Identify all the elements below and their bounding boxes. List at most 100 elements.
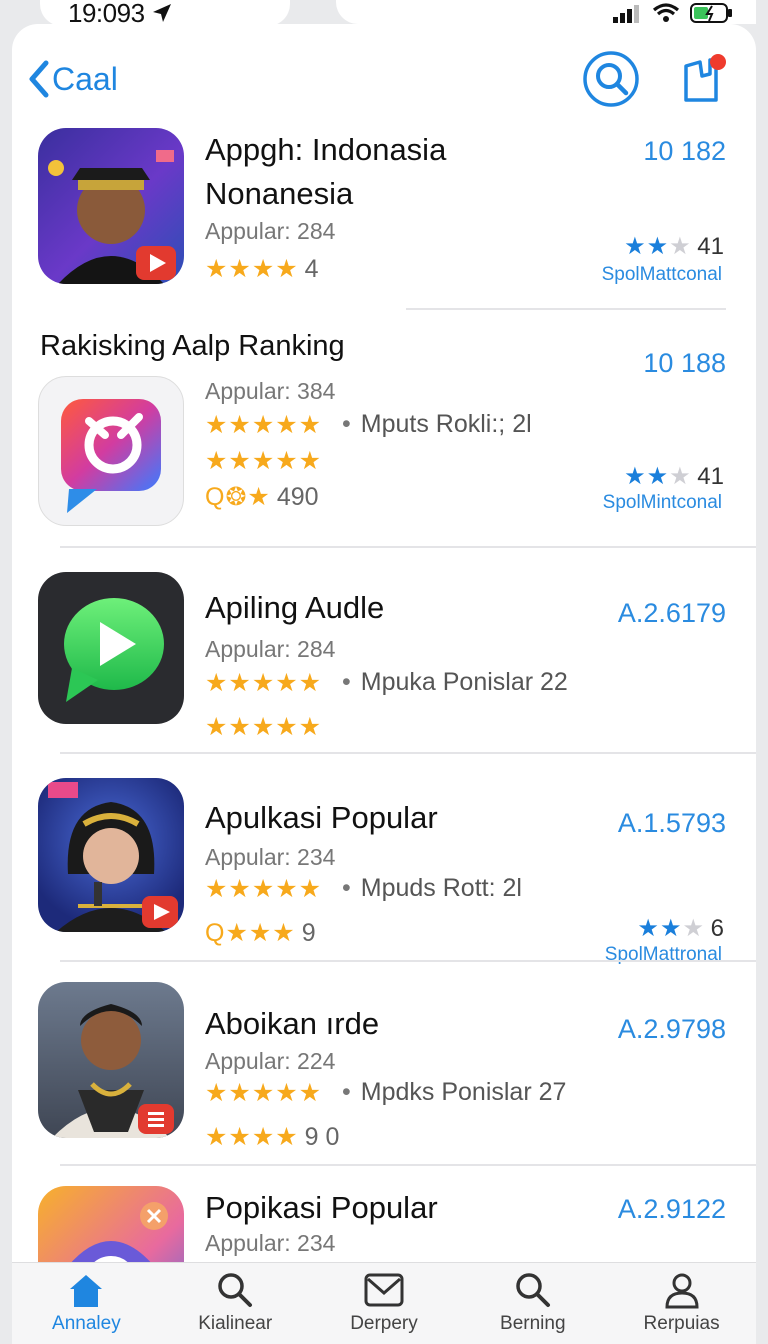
location-arrow-icon bbox=[153, 4, 172, 22]
notification-icon[interactable] bbox=[680, 52, 728, 106]
app-price-3[interactable]: A.2.6179 bbox=[618, 598, 726, 629]
divider bbox=[60, 752, 756, 754]
tab-label: Berning bbox=[500, 1313, 566, 1334]
meta-text: Mpdks Ponislar 27 bbox=[360, 1078, 567, 1106]
app-subtitle-5: Appular: 224 bbox=[205, 1048, 336, 1074]
app-icon-2 bbox=[38, 376, 184, 526]
battery-icon bbox=[690, 3, 732, 23]
app-subtitle-4: Appular: 234 bbox=[205, 844, 336, 870]
app-price-1[interactable]: 10 182 bbox=[643, 136, 726, 167]
mail-icon bbox=[364, 1273, 404, 1307]
back-label: Caal bbox=[52, 60, 118, 97]
section-price[interactable]: 10 188 bbox=[643, 348, 726, 379]
blue-stars: ★★ bbox=[637, 915, 683, 942]
paw-icon: ❂ bbox=[225, 483, 248, 511]
app-extra-4: Q★★★ 9 bbox=[205, 918, 316, 948]
list-item[interactable]: Aboikan ırde Appular: 224 ★★★★★ • Mpdks P… bbox=[12, 982, 756, 1151]
app-list-screen: Caal Appgh: Indonasia Nonanesia Appular:… bbox=[12, 24, 756, 1344]
right-rating-value: 41 bbox=[697, 233, 724, 260]
app-price-4[interactable]: A.1.5793 bbox=[618, 808, 726, 839]
tab-annaley[interactable]: Annaley bbox=[21, 1263, 151, 1344]
tab-derpery[interactable]: Derpery bbox=[319, 1263, 449, 1344]
search-icon bbox=[516, 1273, 550, 1307]
divider bbox=[60, 1164, 756, 1166]
app-extra-5: ★★★★ 9 0 bbox=[205, 1122, 339, 1152]
divider bbox=[60, 546, 756, 548]
tab-label: Kialinear bbox=[198, 1313, 273, 1334]
extra-count: 490 bbox=[276, 483, 319, 511]
meta-text: Mputs Rokli:; 2l bbox=[360, 410, 532, 438]
person-portrait-icon bbox=[48, 150, 176, 284]
app-title-1: Appgh: Indonasia Nonanesia bbox=[205, 128, 446, 216]
tab-rerpuias[interactable]: Rerpuias bbox=[617, 1263, 747, 1344]
divider bbox=[406, 308, 726, 310]
back-button[interactable]: Caal bbox=[28, 60, 118, 98]
list-item[interactable]: Appular: 384 ★★★★★ • Mputs Rokli:; 2l ★★★… bbox=[12, 376, 756, 536]
app-icon-3 bbox=[38, 572, 184, 724]
home-icon bbox=[70, 1275, 103, 1307]
right-sub-1: SpolMattconal bbox=[601, 264, 722, 285]
list-item[interactable]: Popikasi Popular Appular: 234 A.2.9122 bbox=[12, 1186, 756, 1336]
star-rating-secondary: Q★★★ bbox=[205, 919, 296, 947]
list-item[interactable]: Appgh: Indonasia Nonanesia Appular: 284 … bbox=[12, 128, 756, 328]
star-rating-secondary: ★★★★★ bbox=[205, 447, 323, 475]
tab-bar: Annaley Kialinear Derpery Berning Rerpui… bbox=[12, 1262, 756, 1344]
app-title-line1: Appgh: Indonasia bbox=[205, 132, 447, 167]
tab-kialinear[interactable]: Kialinear bbox=[170, 1263, 300, 1344]
tab-berning[interactable]: Berning bbox=[468, 1263, 598, 1344]
star-rating: ★★★★★ bbox=[205, 411, 323, 439]
app-title-3: Apiling Audle bbox=[205, 590, 385, 625]
search-icon bbox=[218, 1273, 253, 1307]
rating-count: 4 bbox=[304, 255, 319, 283]
app-extra-2: Q❂★ 490 bbox=[205, 482, 319, 512]
right-sub-4: SpolMattronal bbox=[604, 944, 722, 965]
rating-count: 9 0 bbox=[304, 1123, 340, 1151]
star-rating: ★★★★★ bbox=[205, 1079, 323, 1107]
blue-stars: ★★ bbox=[624, 463, 670, 490]
search-icon[interactable] bbox=[582, 50, 640, 108]
right-sub-2: SpolMintconal bbox=[602, 492, 722, 513]
gray-star: ★ bbox=[682, 915, 704, 942]
app-price-5[interactable]: A.2.9798 bbox=[618, 1014, 726, 1045]
gray-star: ★ bbox=[669, 463, 691, 490]
app-price-6[interactable]: A.2.9122 bbox=[618, 1194, 726, 1225]
person-icon bbox=[665, 1273, 699, 1309]
star-icon: ★ bbox=[247, 483, 271, 511]
list-item[interactable]: Apulkasi Popular Appular: 234 ★★★★★ • Mpu… bbox=[12, 778, 756, 965]
star-rating-secondary: ★★★★ bbox=[205, 1123, 299, 1151]
chevron-left-icon bbox=[29, 60, 49, 98]
app-icon-5 bbox=[38, 982, 184, 1138]
status-icons bbox=[612, 0, 734, 26]
right-rating-2: ★★★ 41 bbox=[624, 462, 724, 491]
app-meta-2: • Mputs Rokli:; 2l bbox=[342, 410, 532, 438]
divider bbox=[60, 960, 756, 962]
nav-actions bbox=[582, 50, 728, 108]
app-subtitle-1: Appular: 284 bbox=[205, 218, 336, 244]
wifi-icon bbox=[652, 3, 680, 22]
app-meta-4: • Mpuds Rott: 2l bbox=[342, 874, 522, 902]
meta-text: Mpuds Rott: 2l bbox=[360, 874, 522, 902]
cellular-signal-icon bbox=[613, 5, 639, 23]
app-meta-3: • Mpuka Ponislar 22 bbox=[342, 668, 568, 696]
tab-label: Annaley bbox=[52, 1313, 121, 1334]
app-meta-5: • Mpdks Ponislar 27 bbox=[342, 1078, 567, 1106]
right-rating-1: ★★★ 41 bbox=[624, 232, 724, 261]
right-rating-value: 6 bbox=[710, 915, 724, 942]
search-mini-icon: Q bbox=[205, 483, 226, 511]
man-portrait-icon bbox=[52, 1004, 174, 1138]
section-title: Rakisking Aalp Ranking bbox=[40, 330, 345, 362]
app-title-5: Aboikan ırde bbox=[205, 1006, 380, 1041]
star-rating-secondary: ★★★★★ bbox=[205, 713, 323, 741]
list-item[interactable]: Apiling Audle Appular: 284 ★★★★★ • Mpuka … bbox=[12, 572, 756, 741]
star-rating: ★★★★★ bbox=[205, 669, 323, 697]
meta-text: Mpuka Ponislar 22 bbox=[360, 668, 568, 696]
app-icon-1 bbox=[38, 128, 184, 284]
app-title-line2: Nonanesia bbox=[205, 176, 354, 212]
app-rating-1: ★★★★ 4 bbox=[205, 254, 319, 284]
star-rating: ★★★★★ bbox=[205, 875, 323, 903]
nav-bar: Caal bbox=[12, 24, 756, 128]
app-subtitle-2: Appular: 384 bbox=[205, 378, 336, 404]
app-title-4: Apulkasi Popular bbox=[205, 800, 438, 835]
gray-star: ★ bbox=[669, 233, 691, 260]
blue-stars: ★★ bbox=[624, 233, 670, 260]
